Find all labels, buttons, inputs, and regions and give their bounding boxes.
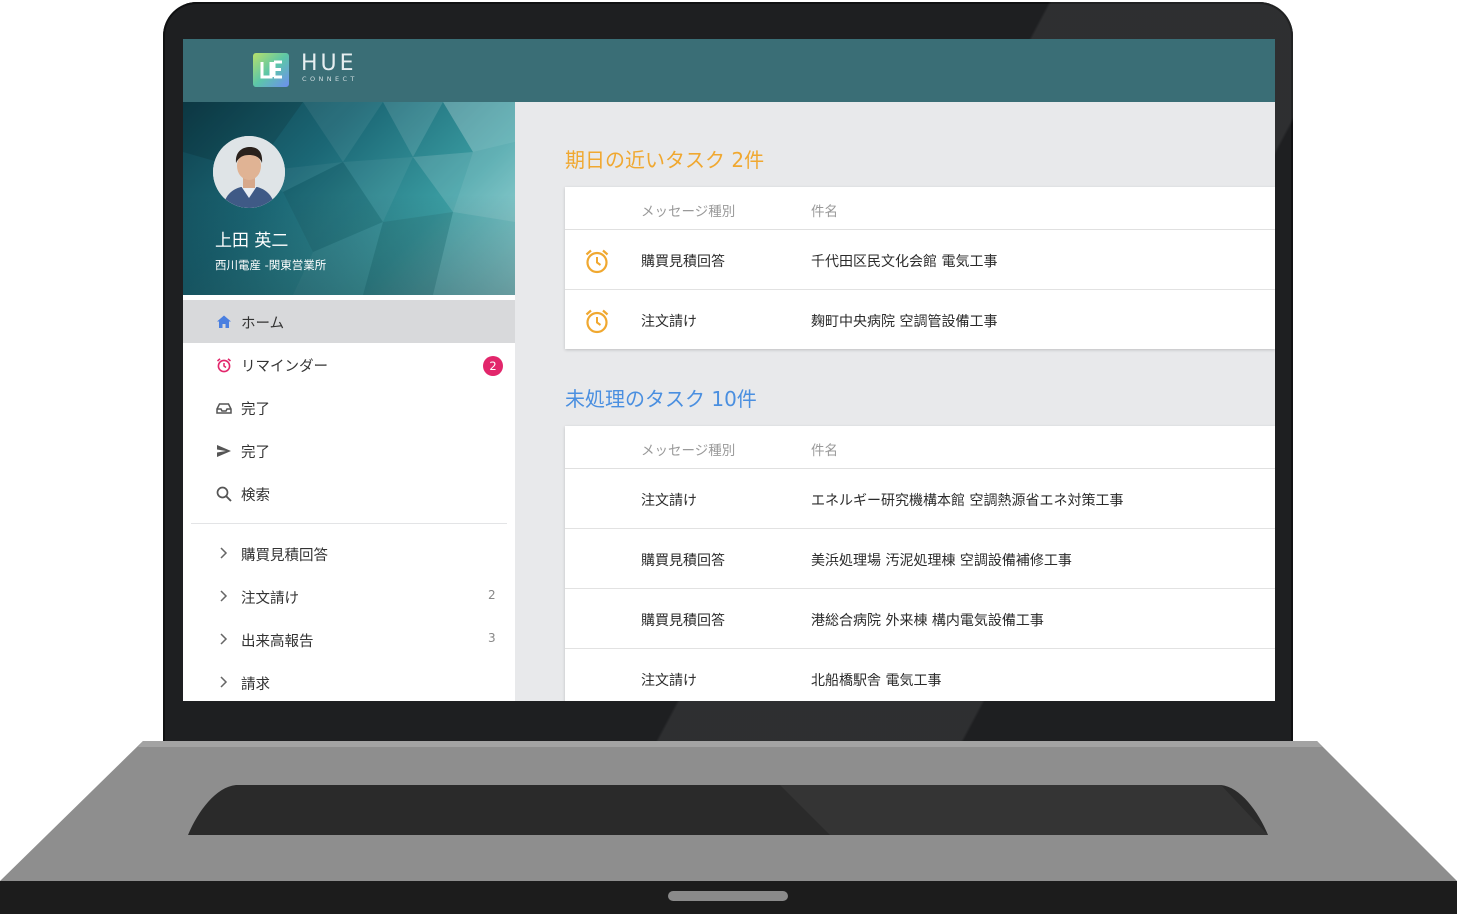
sidebar-item-search[interactable]: 検索 <box>183 472 515 515</box>
message-type: 購買見積回答 <box>641 254 725 270</box>
pending-tasks-table: メッセージ種別 件名 注文請け エネルギー研究機構本館 空調熱源省エネ対策工事 … <box>565 426 1275 701</box>
chevron-right-icon <box>220 633 228 645</box>
chevron-right-icon <box>220 676 228 688</box>
table-header: メッセージ種別 件名 <box>565 187 1275 230</box>
table-header: メッセージ種別 件名 <box>565 426 1275 469</box>
message-type: 購買見積回答 <box>641 613 725 629</box>
inbox-tray-icon <box>216 403 232 414</box>
reminder-count-badge: 2 <box>483 356 503 376</box>
main-content: 期日の近いタスク 2件 メッセージ種別 件名 購買見積回答 千代田区民文化会館 … <box>515 102 1275 701</box>
message-type: 注文請け <box>641 314 697 330</box>
task-subject: エネルギー研究機構本館 空調熱源省エネ対策工事 <box>811 493 1124 509</box>
sidebar-nav: ホーム リマインダー 2 完了 完了 検索 購買見積回答 注文請け 2 出来高報… <box>183 300 515 701</box>
message-type: 注文請け <box>641 673 697 689</box>
sidebar-item-label: 請求 <box>241 677 270 693</box>
sidebar-item-label: 購買見積回答 <box>241 548 328 564</box>
logo-mark-icon[interactable] <box>253 53 289 87</box>
sidebar-item-label: 完了 <box>241 445 270 461</box>
message-type: 購買見積回答 <box>641 553 725 569</box>
sidebar-divider <box>191 523 507 524</box>
sidebar-item-label: ホーム <box>241 316 285 332</box>
profile-banner: 上田 英二 西川電産 -関東営業所 <box>183 102 515 295</box>
alarm-clock-icon <box>585 309 609 334</box>
due-tasks-title: 期日の近いタスク 2件 <box>565 148 765 172</box>
sidebar-item-completed-inbox[interactable]: 完了 <box>183 386 515 429</box>
table-row[interactable]: 購買見積回答 港総合病院 外来棟 構内電気設備工事 <box>565 589 1275 649</box>
person-avatar-icon <box>213 136 285 208</box>
sidebar-item-home[interactable]: ホーム <box>183 300 515 343</box>
message-type: 注文請け <box>641 493 697 509</box>
category-count: 2 <box>488 588 496 602</box>
column-header-subject: 件名 <box>811 204 838 220</box>
home-icon <box>217 315 231 328</box>
app-header: HUE CONNECT <box>183 39 1275 102</box>
hinge-notch <box>668 891 788 901</box>
table-row[interactable]: 注文請け エネルギー研究機構本館 空調熱源省エネ対策工事 <box>565 469 1275 529</box>
column-header-subject: 件名 <box>811 443 838 459</box>
sidebar-item-completed-sent[interactable]: 完了 <box>183 429 515 472</box>
table-row[interactable]: 注文請け 北船橋駅舎 電気工事 <box>565 649 1275 701</box>
task-subject: 北船橋駅舎 電気工事 <box>811 673 942 689</box>
sidebar-item-label: リマインダー <box>241 359 328 375</box>
table-row[interactable]: 購買見積回答 美浜処理場 汚泥処理棟 空調設備補修工事 <box>565 529 1275 589</box>
sidebar: 上田 英二 西川電産 -関東営業所 ホーム リマインダー 2 完了 完了 検索 … <box>183 102 515 701</box>
pending-tasks-title: 未処理のタスク 10件 <box>565 387 757 411</box>
screen: HUE CONNECT 上田 英二 西川電産 -関東営業所 ホーム リマインダー… <box>183 39 1275 701</box>
sidebar-category-invoice[interactable]: 請求 <box>183 661 515 701</box>
laptop-base <box>0 741 1457 914</box>
column-header-type: メッセージ種別 <box>641 443 736 459</box>
task-subject: 美浜処理場 汚泥処理棟 空調設備補修工事 <box>811 553 1072 569</box>
sidebar-item-reminder[interactable]: リマインダー 2 <box>183 343 515 386</box>
sidebar-item-label: 検索 <box>241 488 270 504</box>
chevron-right-icon <box>220 590 228 602</box>
avatar[interactable] <box>213 136 285 208</box>
sidebar-category-progress-report[interactable]: 出来高報告 3 <box>183 618 515 661</box>
table-row[interactable]: 注文請け 麹町中央病院 空調管設備工事 <box>565 290 1275 349</box>
task-subject: 千代田区民文化会館 電気工事 <box>811 254 998 270</box>
user-organization: 西川電産 -関東営業所 <box>215 258 327 272</box>
sidebar-category-purchase-quote[interactable]: 購買見積回答 <box>183 532 515 575</box>
task-subject: 麹町中央病院 空調管設備工事 <box>811 314 998 330</box>
table-row[interactable]: 購買見積回答 千代田区民文化会館 電気工事 <box>565 230 1275 290</box>
chevron-right-icon <box>220 547 228 559</box>
logo-subtext: CONNECT <box>302 75 358 83</box>
alarm-clock-icon <box>216 358 232 373</box>
logo-text: HUE <box>301 51 357 76</box>
alarm-clock-icon <box>585 249 609 274</box>
category-count: 3 <box>488 631 496 645</box>
search-icon <box>216 486 232 502</box>
sidebar-item-label: 完了 <box>241 402 270 418</box>
sidebar-item-label: 出来高報告 <box>241 634 314 650</box>
due-tasks-table: メッセージ種別 件名 購買見積回答 千代田区民文化会館 電気工事 注文請け 麹町… <box>565 187 1275 349</box>
sidebar-category-order-acceptance[interactable]: 注文請け 2 <box>183 575 515 618</box>
task-subject: 港総合病院 外来棟 構内電気設備工事 <box>811 613 1044 629</box>
send-icon <box>217 445 231 457</box>
column-header-type: メッセージ種別 <box>641 204 736 220</box>
user-name: 上田 英二 <box>215 231 289 251</box>
sidebar-item-label: 注文請け <box>241 591 299 607</box>
